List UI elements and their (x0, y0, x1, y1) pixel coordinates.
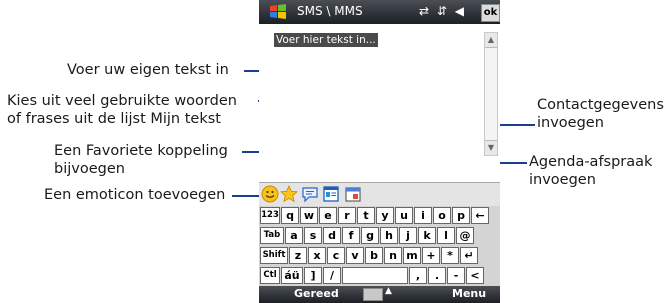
softkey-bar: Gereed ▲ Menu (259, 286, 500, 303)
callout-contact: Contactgegevens invoegen (537, 96, 664, 132)
key[interactable]: v (346, 247, 364, 264)
key[interactable]: m (403, 247, 421, 264)
key[interactable]: o (433, 207, 451, 224)
callout-agenda-line1: Agenda-afspraak (529, 154, 653, 170)
title-bar: SMS \ MMS ⇄ ⇵ ◀ ok (259, 0, 500, 24)
key[interactable]: k (418, 227, 436, 244)
scrollbar[interactable]: ▲ ▼ (484, 32, 498, 156)
callout-my-text-line1: Kies uit veel gebruikte woorden (7, 93, 237, 109)
key[interactable]: b (365, 247, 383, 264)
key[interactable]: Tab (260, 227, 284, 244)
key[interactable]: h (380, 227, 398, 244)
callout-agenda: Agenda-afspraak invoegen (529, 153, 652, 189)
favorite-star-icon[interactable] (280, 185, 298, 203)
key[interactable]: < (466, 267, 484, 284)
key[interactable]: . (428, 267, 446, 284)
key-space[interactable] (342, 267, 408, 284)
input-selector-arrow-icon[interactable]: ▲ (385, 286, 392, 296)
key[interactable]: Ctl (260, 267, 280, 284)
scroll-up-icon[interactable]: ▲ (485, 33, 497, 48)
keyboard-row: Shift z x c v b n m + * ↵ (259, 246, 500, 266)
key[interactable]: u (395, 207, 413, 224)
callout-emoticon: Een emoticon toevoegen (44, 187, 226, 203)
soft-keyboard: 123 q w e r t y u i o p ← Tab a s d f g h j k l @ Shift z x c v b n m +… (259, 206, 500, 286)
input-selector-icon[interactable] (363, 288, 383, 301)
key[interactable]: x (308, 247, 326, 264)
key[interactable]: j (399, 227, 417, 244)
scroll-down-icon[interactable]: ▼ (485, 140, 497, 155)
key[interactable]: @ (456, 227, 474, 244)
key[interactable]: g (361, 227, 379, 244)
key[interactable]: ← (471, 207, 489, 224)
key[interactable]: n (384, 247, 402, 264)
key[interactable]: áü (281, 267, 303, 284)
key[interactable]: w (300, 207, 318, 224)
key[interactable]: / (323, 267, 341, 284)
key[interactable]: p (452, 207, 470, 224)
callout-contact-line2: invoegen (537, 115, 604, 131)
message-input[interactable] (262, 32, 482, 198)
contact-card-icon[interactable] (322, 185, 340, 203)
key[interactable]: l (437, 227, 455, 244)
keyboard-row: Ctl áü] /,. - < (259, 266, 500, 286)
key[interactable]: - (447, 267, 465, 284)
calendar-icon[interactable] (344, 185, 362, 203)
callout-contact-line1: Contactgegevens (537, 97, 664, 113)
my-text-icon[interactable] (301, 185, 319, 203)
key[interactable]: z (289, 247, 307, 264)
callout-my-text-line2: of frases uit de lijst Mijn tekst (7, 111, 221, 127)
key[interactable]: t (357, 207, 375, 224)
ok-button[interactable]: ok (481, 4, 500, 22)
key[interactable]: f (342, 227, 360, 244)
callout-favorite-line1: Een Favoriete koppeling (54, 143, 228, 159)
keyboard-row: Tab a s d f g h j k l @ (259, 226, 500, 246)
keyboard-row: 123 q w e r t y u i o p ← (259, 206, 500, 226)
callout-favorite-line2: bijvoegen (54, 161, 125, 177)
callout-agenda-line2: invoegen (529, 172, 596, 188)
key[interactable]: , (409, 267, 427, 284)
key[interactable]: d (323, 227, 341, 244)
key[interactable]: Shift (260, 247, 288, 264)
emoticon-icon[interactable] (261, 185, 279, 203)
key[interactable]: r (338, 207, 356, 224)
start-menu-icon[interactable] (269, 3, 287, 21)
callout-line (232, 195, 259, 197)
callout-own-text: Voer uw eigen tekst in (67, 62, 229, 78)
key[interactable]: ↵ (460, 247, 478, 264)
key[interactable]: c (327, 247, 345, 264)
key[interactable]: e (319, 207, 337, 224)
callout-my-text: Kies uit veel gebruikte woorden of frase… (7, 92, 237, 128)
app-title: SMS \ MMS (297, 4, 363, 18)
softkey-left-done[interactable]: Gereed (294, 287, 339, 300)
message-placeholder: Voer hier tekst in... (274, 33, 378, 47)
key[interactable]: * (441, 247, 459, 264)
key[interactable]: q (281, 207, 299, 224)
status-icons[interactable]: ⇄ ⇵ ◀ (419, 4, 466, 18)
key[interactable]: i (414, 207, 432, 224)
key[interactable]: + (422, 247, 440, 264)
softkey-right-menu[interactable]: Menu (452, 287, 486, 300)
callout-favorite: Een Favoriete koppeling bijvoegen (54, 142, 228, 178)
key[interactable]: 123 (260, 207, 280, 224)
key[interactable]: y (376, 207, 394, 224)
key[interactable]: s (304, 227, 322, 244)
insert-toolbar (259, 182, 500, 207)
key[interactable]: ] (304, 267, 322, 284)
key[interactable]: a (285, 227, 303, 244)
